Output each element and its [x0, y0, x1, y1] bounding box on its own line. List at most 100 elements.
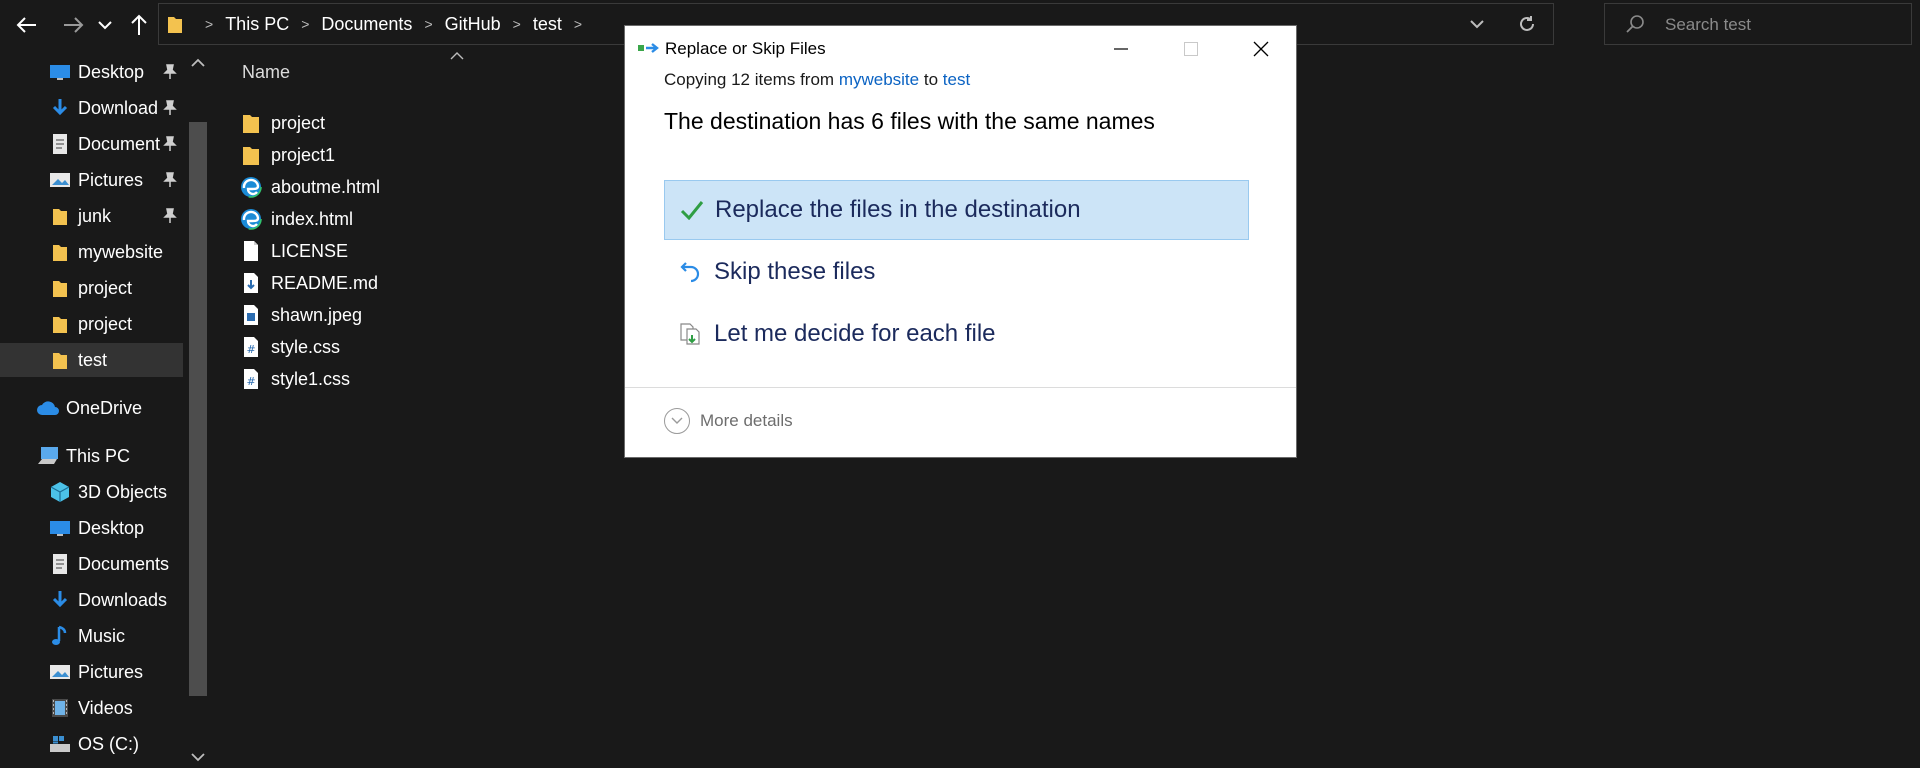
file-item-project[interactable]: project: [240, 108, 325, 138]
file-name: project: [271, 112, 326, 133]
up-button[interactable]: [124, 8, 154, 42]
file-name: shawn.jpeg: [271, 304, 363, 325]
breadcrumb-separator[interactable]: >: [424, 16, 432, 32]
music-icon: [48, 625, 72, 647]
file-item-style1-css[interactable]: # style1.css: [240, 364, 350, 394]
search-box[interactable]: [1604, 3, 1912, 45]
more-details-label: More details: [700, 411, 793, 430]
navigation-pane: Desktop Download Document Pictures junk …: [0, 52, 186, 768]
skip-files-option[interactable]: Skip these files: [664, 242, 1249, 302]
dialog-headline: The destination has 6 files with the sam…: [664, 108, 1155, 134]
file-item-project1[interactable]: project1: [240, 140, 335, 170]
column-header-name[interactable]: Name: [242, 62, 290, 83]
breadcrumb-item-documents[interactable]: Documents: [321, 14, 412, 35]
folder-icon: [48, 205, 72, 227]
sidebar-item-videos[interactable]: Videos: [0, 691, 183, 725]
replace-or-skip-dialog: Replace or Skip Files Copying 12 items f…: [625, 26, 1296, 457]
computer-icon: [36, 445, 60, 467]
dialog-divider: [625, 387, 1296, 388]
option-label: Replace the files in the destination: [715, 196, 1081, 223]
scroll-down-arrow-icon[interactable]: [191, 752, 205, 762]
option-label: Skip these files: [714, 258, 876, 285]
file-item-index-html[interactable]: index.html: [240, 204, 353, 234]
decide-each-file-option[interactable]: Let me decide for each file: [664, 304, 1249, 364]
sidebar-item-downloads-pinned[interactable]: Download: [0, 91, 183, 125]
replace-files-option[interactable]: Replace the files in the destination: [664, 180, 1249, 240]
pin-icon: [163, 64, 177, 79]
scrollbar-thumb[interactable]: [189, 122, 207, 696]
sidebar-item-downloads[interactable]: Downloads: [0, 583, 183, 617]
sidebar-item-desktop[interactable]: Desktop: [0, 55, 183, 89]
source-folder-link[interactable]: mywebsite: [839, 70, 919, 89]
breadcrumb-separator[interactable]: >: [513, 16, 521, 32]
file-item-shawn-jpeg[interactable]: shawn.jpeg: [240, 300, 362, 330]
pictures-icon: [48, 169, 72, 191]
maximize-button: [1156, 26, 1226, 72]
sidebar-item-os-drive[interactable]: OS (C:): [0, 727, 183, 761]
back-button[interactable]: [12, 8, 42, 42]
sidebar-item-documents[interactable]: Documents: [0, 547, 183, 581]
sidebar-item-label: project: [78, 313, 133, 334]
sidebar-item-music[interactable]: Music: [0, 619, 183, 653]
folder-icon: [168, 17, 182, 33]
sidebar-item-label: Download: [78, 97, 159, 118]
destination-folder-link[interactable]: test: [943, 70, 970, 89]
scroll-up-arrow-icon[interactable]: [191, 58, 205, 68]
sidebar-item-test[interactable]: test: [0, 343, 183, 377]
pin-icon: [163, 136, 177, 151]
folder-icon: [240, 112, 262, 134]
file-name: index.html: [271, 208, 354, 229]
more-details-toggle[interactable]: More details: [664, 406, 793, 436]
breadcrumb-item-this-pc[interactable]: This PC: [225, 14, 289, 35]
navigation-pane-scrollbar[interactable]: [186, 52, 210, 768]
sidebar-item-junk[interactable]: junk: [0, 199, 183, 233]
refresh-icon[interactable]: [1518, 15, 1536, 33]
close-button[interactable]: [1226, 26, 1296, 72]
pin-icon: [163, 172, 177, 187]
drive-icon: [48, 733, 72, 755]
sidebar-item-label: Documents: [78, 553, 170, 574]
breadcrumb-separator[interactable]: >: [574, 16, 582, 32]
svg-text:#: #: [247, 343, 256, 356]
file-item-style-css[interactable]: # style.css: [240, 332, 340, 362]
svg-text:#: #: [247, 375, 256, 388]
compare-files-icon: [678, 321, 704, 347]
option-label: Let me decide for each file: [714, 320, 996, 347]
sidebar-item-pictures-pinned[interactable]: Pictures: [0, 163, 183, 197]
sidebar-item-3d-objects[interactable]: 3D Objects: [0, 475, 183, 509]
sidebar-item-documents-pinned[interactable]: Document: [0, 127, 183, 161]
download-icon: [48, 97, 72, 119]
desktop-icon: [48, 517, 72, 539]
file-item-readme-md[interactable]: README.md: [240, 268, 378, 298]
forward-button[interactable]: [58, 8, 88, 42]
file-name: style.css: [271, 336, 341, 357]
file-name: aboutme.html: [271, 176, 381, 197]
pin-icon: [163, 100, 177, 115]
css-file-icon: #: [240, 336, 262, 358]
copying-summary: Copying 12 items from mywebsite to test: [664, 70, 970, 90]
sidebar-item-desktop-pc[interactable]: Desktop: [0, 511, 183, 545]
file-transfer-icon: [638, 43, 659, 53]
breadcrumb: > This PC > Documents > GitHub > test >: [167, 4, 594, 44]
breadcrumb-separator[interactable]: >: [301, 16, 309, 32]
sidebar-item-label: Pictures: [78, 169, 144, 190]
sidebar-item-project[interactable]: project: [0, 271, 183, 305]
sidebar-item-onedrive[interactable]: OneDrive: [0, 391, 183, 425]
sidebar-item-label: OneDrive: [66, 397, 143, 418]
file-name: project1: [271, 144, 336, 165]
sidebar-item-mywebsite[interactable]: mywebsite: [0, 235, 183, 269]
sidebar-item-this-pc[interactable]: This PC: [0, 439, 183, 473]
minimize-button[interactable]: [1086, 26, 1156, 72]
search-input[interactable]: [1663, 12, 1897, 38]
document-icon: [48, 553, 72, 575]
file-item-aboutme-html[interactable]: aboutme.html: [240, 172, 380, 202]
dialog-title-bar[interactable]: Replace or Skip Files: [625, 26, 1296, 72]
chevron-down-icon[interactable]: [1470, 19, 1484, 29]
file-item-license[interactable]: LICENSE: [240, 236, 348, 266]
recent-locations-button[interactable]: [94, 8, 116, 42]
breadcrumb-item-test[interactable]: test: [533, 14, 562, 35]
breadcrumb-item-github[interactable]: GitHub: [445, 14, 501, 35]
sidebar-item-label: Videos: [78, 697, 133, 718]
sidebar-item-pictures[interactable]: Pictures: [0, 655, 183, 689]
sidebar-item-project-2[interactable]: project: [0, 307, 183, 341]
